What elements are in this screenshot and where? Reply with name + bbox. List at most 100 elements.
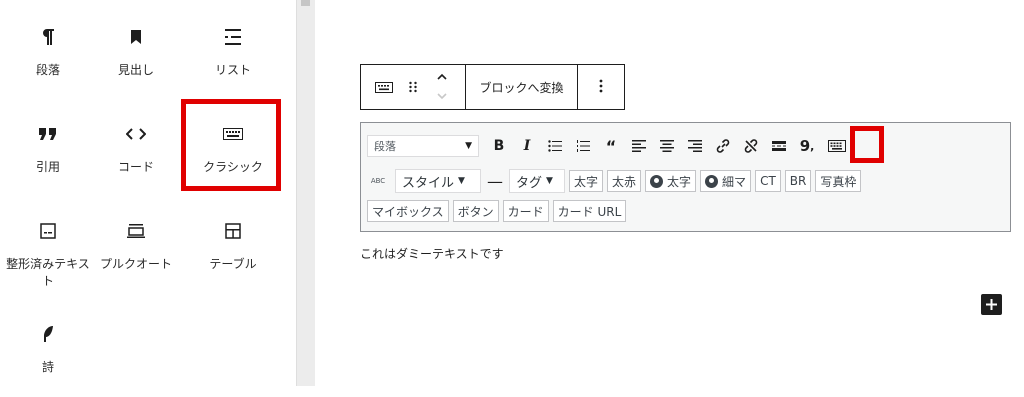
convert-to-blocks-label: ブロックへ変換 bbox=[479, 80, 564, 95]
my-box-button[interactable]: マイボックス bbox=[367, 200, 449, 222]
photo-frame-label: 写真枠 bbox=[820, 174, 857, 189]
block-paragraph[interactable]: 段落 bbox=[0, 0, 96, 100]
classic-editor-content[interactable]: これはダミーテキストです bbox=[360, 245, 504, 262]
icon-bold-button[interactable]: 太字 bbox=[645, 170, 697, 192]
align-center-button[interactable] bbox=[655, 134, 679, 158]
card-url-button[interactable]: カード URL bbox=[552, 200, 627, 222]
move-down-button[interactable] bbox=[436, 87, 448, 106]
bold-red-button[interactable]: 太赤 bbox=[607, 170, 642, 192]
bold-style-label: 太字 bbox=[574, 174, 599, 189]
caret-down-icon: ▼ bbox=[465, 141, 472, 151]
card-label: カード bbox=[507, 204, 544, 219]
spellcheck-button[interactable]: ABC bbox=[367, 177, 389, 185]
block-label: 整形済みテキスト bbox=[6, 257, 90, 288]
block-type-button[interactable] bbox=[371, 65, 397, 109]
panel-scrollbar[interactable] bbox=[296, 0, 315, 386]
bold-button[interactable]: B bbox=[487, 134, 511, 158]
scrollbar-thumb[interactable] bbox=[301, 0, 310, 6]
remove-link-button[interactable] bbox=[739, 134, 763, 158]
thin-marker-button[interactable]: 細マ bbox=[700, 170, 752, 192]
paragraph-icon bbox=[0, 26, 96, 48]
tag-dropdown-label: タグ bbox=[516, 175, 543, 191]
plus-icon bbox=[986, 295, 997, 314]
photo-frame-button[interactable]: 写真枠 bbox=[815, 170, 862, 192]
tag-dropdown[interactable]: タグ ▼ bbox=[509, 169, 565, 193]
ct-button[interactable]: CT bbox=[755, 170, 781, 192]
horizontal-line-button[interactable]: — bbox=[485, 172, 505, 191]
block-label: 詩 bbox=[41, 360, 54, 374]
format-select-value: 段落 bbox=[374, 140, 396, 153]
block-label: 引用 bbox=[35, 160, 60, 174]
heading-icon bbox=[88, 26, 184, 48]
toolbar-row-3: マイボックス ボタン カード カード URL bbox=[367, 199, 630, 223]
pullquote-icon bbox=[88, 220, 184, 242]
toolbar-row-2: ABC スタイル ▼ — タグ ▼ 太字 太赤 太字 細マ CT BR 写真枠 bbox=[367, 169, 865, 193]
toolbar-toggle-highlight-box bbox=[850, 126, 884, 163]
numbered-list-button[interactable] bbox=[571, 134, 595, 158]
block-label: プルクオート bbox=[99, 257, 172, 271]
block-label: テーブル bbox=[209, 257, 257, 271]
block-code[interactable]: コード bbox=[88, 97, 184, 197]
table-icon bbox=[185, 220, 281, 242]
block-label: コード bbox=[117, 160, 154, 174]
preformatted-icon bbox=[0, 220, 96, 242]
toolbar-row-1: 段落 ▼ B I “ 9, bbox=[367, 133, 849, 159]
bullet-list-button[interactable] bbox=[543, 134, 567, 158]
quote-icon bbox=[0, 123, 96, 145]
block-label: 段落 bbox=[35, 63, 60, 77]
format-select[interactable]: 段落 ▼ bbox=[367, 135, 479, 157]
read-more-button[interactable] bbox=[767, 134, 791, 158]
vertical-ellipsis-icon bbox=[599, 78, 603, 97]
block-inserter-panel: 段落 見出し リスト 引用 コード クラシック 整形済みテキスト プルクオート … bbox=[0, 0, 296, 386]
list-icon bbox=[185, 26, 281, 48]
classic-editor-toolbar: 段落 ▼ B I “ 9, ABC スタイル ▼ — タグ ▼ 太字 太赤 太字… bbox=[360, 122, 1011, 232]
user-circle-icon bbox=[705, 174, 719, 188]
block-table[interactable]: テーブル bbox=[185, 194, 281, 294]
block-label: 見出し bbox=[117, 63, 154, 77]
block-list[interactable]: リスト bbox=[185, 0, 281, 100]
align-left-button[interactable] bbox=[627, 134, 651, 158]
br-button[interactable]: BR bbox=[784, 170, 812, 192]
card-button[interactable]: カード bbox=[502, 200, 549, 222]
my-box-label: マイボックス bbox=[372, 204, 444, 219]
block-verse[interactable]: 詩 bbox=[0, 297, 96, 397]
move-up-button[interactable] bbox=[436, 68, 448, 87]
block-quote[interactable]: 引用 bbox=[0, 97, 96, 197]
style-dropdown-label: スタイル bbox=[402, 175, 455, 191]
bold-red-label: 太赤 bbox=[612, 174, 637, 189]
icon-bold-label: 太字 bbox=[667, 174, 692, 189]
style-dropdown[interactable]: スタイル ▼ bbox=[395, 169, 481, 193]
bold-style-button[interactable]: 太字 bbox=[569, 170, 604, 192]
italic-button[interactable]: I bbox=[515, 134, 539, 158]
block-pullquote[interactable]: プルクオート bbox=[88, 194, 184, 294]
block-preformatted[interactable]: 整形済みテキスト bbox=[0, 194, 96, 294]
button-shortcode-button[interactable]: ボタン bbox=[452, 200, 499, 222]
block-heading[interactable]: 見出し bbox=[88, 0, 184, 100]
keyboard-icon bbox=[828, 140, 846, 152]
insert-link-button[interactable] bbox=[711, 134, 735, 158]
classic-highlight-box bbox=[181, 99, 281, 191]
convert-to-blocks-button[interactable]: ブロックへ変換 bbox=[466, 65, 577, 109]
drag-icon bbox=[409, 78, 417, 97]
verse-icon bbox=[0, 323, 96, 345]
br-label: BR bbox=[789, 174, 807, 188]
button-shortcode-label: ボタン bbox=[457, 204, 494, 219]
blockquote-button[interactable]: “ bbox=[599, 134, 623, 158]
code-icon bbox=[88, 123, 184, 145]
custom-quote-button[interactable]: 9, bbox=[795, 134, 819, 158]
block-toolbar: ブロックへ変換 bbox=[360, 64, 625, 110]
ct-label: CT bbox=[760, 174, 776, 188]
toolbar-toggle-button[interactable] bbox=[825, 134, 849, 158]
add-block-button[interactable] bbox=[981, 294, 1002, 315]
keyboard-icon bbox=[375, 78, 393, 97]
caret-down-icon: ▼ bbox=[458, 176, 465, 186]
card-url-label: カード URL bbox=[557, 204, 622, 219]
caret-down-icon: ▼ bbox=[546, 176, 553, 186]
align-right-button[interactable] bbox=[683, 134, 707, 158]
move-buttons bbox=[431, 65, 453, 109]
user-circle-icon bbox=[650, 174, 664, 188]
more-options-button[interactable] bbox=[578, 65, 624, 109]
thin-marker-label: 細マ bbox=[722, 174, 747, 189]
block-label: リスト bbox=[214, 63, 251, 77]
drag-handle[interactable] bbox=[403, 65, 423, 109]
